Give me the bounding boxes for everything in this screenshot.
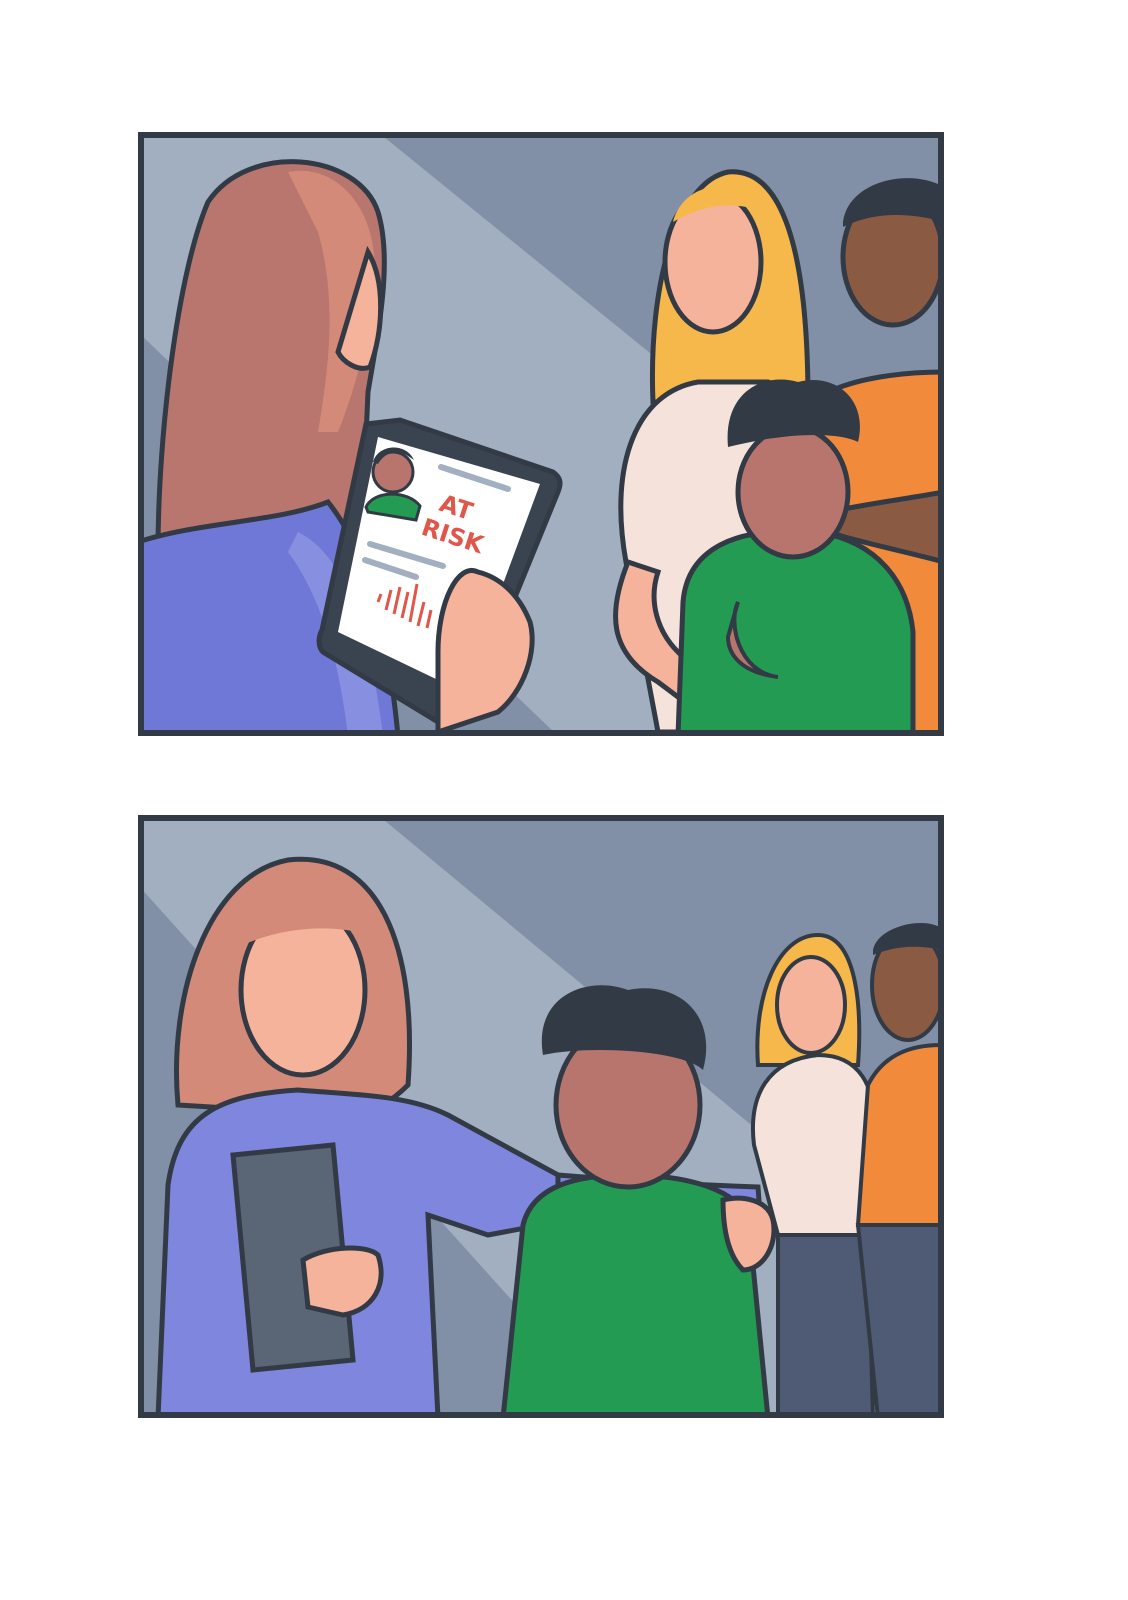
panel-2-illustration bbox=[138, 815, 944, 1418]
comic-panel-1: AT RISK bbox=[138, 132, 944, 736]
man-background bbox=[855, 922, 944, 1418]
panel-1-illustration: AT RISK bbox=[138, 132, 944, 736]
comic-panel-2 bbox=[138, 815, 944, 1418]
